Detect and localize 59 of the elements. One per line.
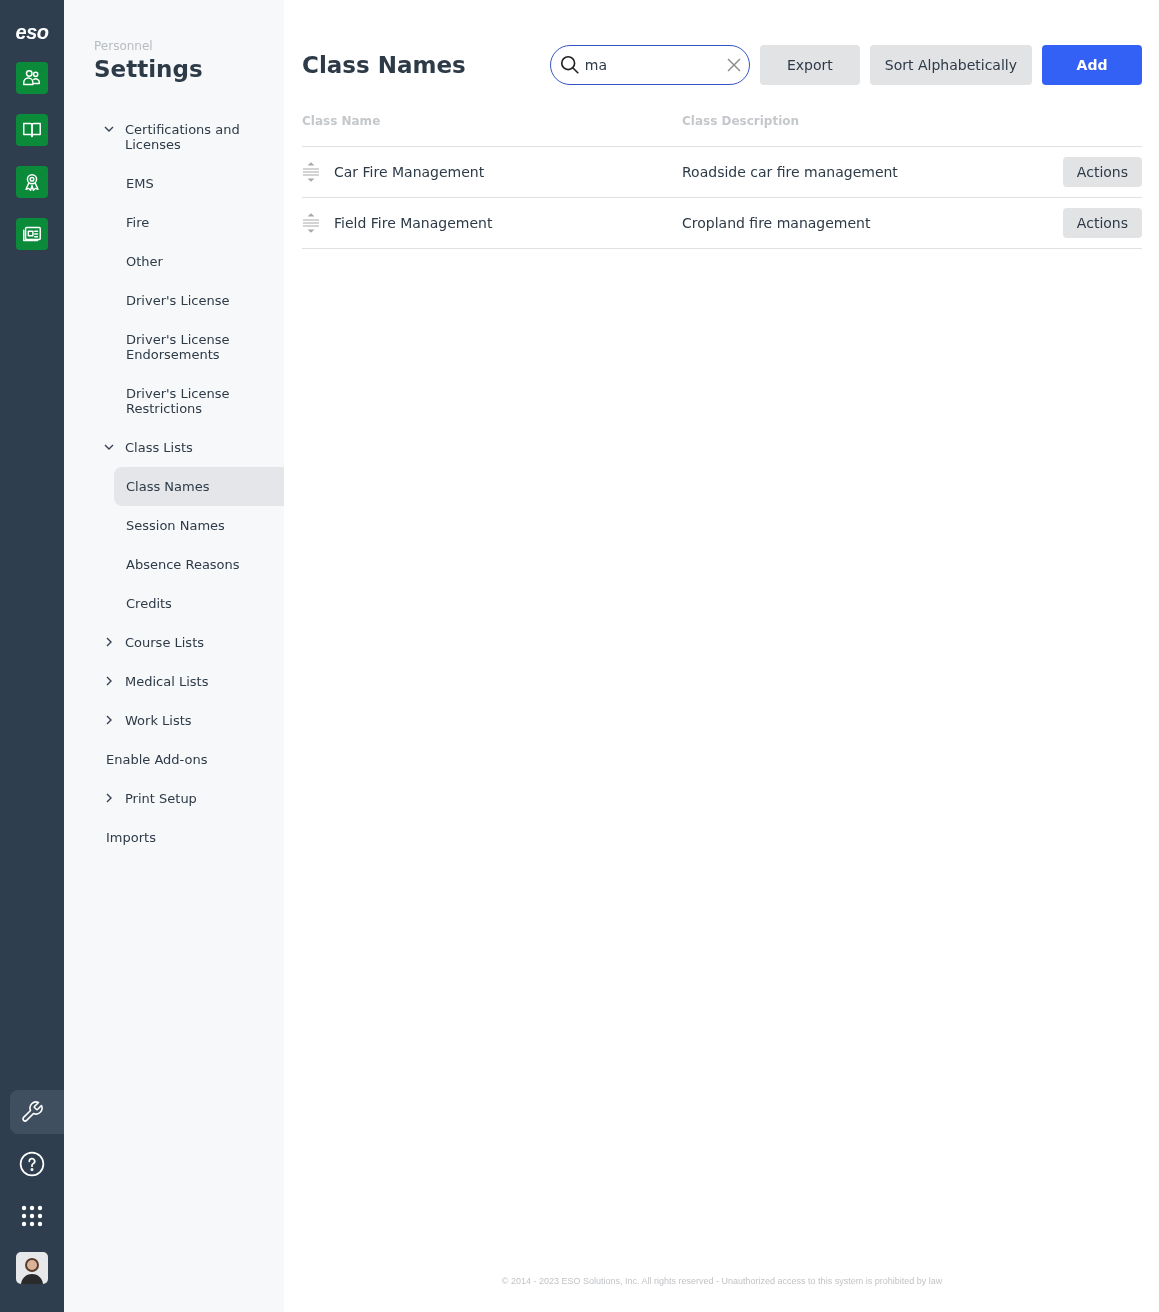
search-icon	[558, 54, 581, 76]
actions-button[interactable]: Actions	[1062, 208, 1142, 238]
nav-group[interactable]: Medical Lists	[64, 661, 284, 701]
logo: eso	[15, 22, 49, 42]
nav-group[interactable]: Course Lists	[64, 622, 284, 662]
people-app-button[interactable]	[16, 62, 48, 94]
ribbon-app-button[interactable]	[16, 166, 48, 198]
nav-label: Course Lists	[125, 634, 205, 650]
toolbar-button[interactable]: Export	[759, 45, 860, 85]
nav-item[interactable]: Credits	[114, 583, 284, 623]
chevron-right-icon	[104, 714, 114, 725]
table-cell-text: Roadside car fire management	[682, 162, 899, 182]
wrench-button[interactable]	[10, 1090, 64, 1134]
chevron-right-icon	[104, 636, 114, 647]
app-grid-icon	[20, 1204, 44, 1228]
nav-item[interactable]: Driver's License Endorsements	[114, 319, 284, 374]
nav-item[interactable]: Session Names	[114, 505, 284, 545]
nav-label: Medical Lists	[125, 673, 210, 689]
nav-group[interactable]: Class Lists	[64, 427, 284, 467]
nav-group[interactable]: Imports	[64, 817, 284, 857]
table-cell-text: Field Fire Management	[334, 213, 494, 233]
nav-label: Certifications and Licenses	[125, 121, 241, 152]
nav-group[interactable]: Work Lists	[64, 700, 284, 740]
sidebar-title: Settings	[94, 55, 204, 84]
book-app-button[interactable]	[16, 114, 48, 146]
nav-label: Print Setup	[125, 790, 198, 806]
chevron-right-icon	[104, 675, 114, 686]
help-icon	[19, 1151, 45, 1177]
table-cell-text: Cropland fire management	[682, 213, 872, 233]
actions-button[interactable]: Actions	[1062, 157, 1142, 187]
chevron-right-icon	[104, 792, 114, 803]
avatar-icon	[16, 1252, 48, 1284]
nav-item[interactable]: Class Names	[114, 466, 284, 506]
add-button[interactable]: Add	[1042, 45, 1142, 85]
nav-group[interactable]: Print Setup	[64, 778, 284, 818]
column-header: Class Name	[302, 113, 382, 130]
nav-item[interactable]: Driver's License Restrictions	[114, 373, 284, 428]
nav-label: Class Lists	[125, 439, 194, 455]
nav-item[interactable]: Fire	[114, 202, 284, 242]
toolbar-button[interactable]: Sort Alphabetically	[869, 45, 1032, 85]
nav-group[interactable]: Certifications and Licenses	[64, 109, 284, 164]
nav-item[interactable]: Driver's License	[114, 280, 284, 320]
section-label: Personnel	[94, 38, 154, 55]
nav-label: Work Lists	[125, 712, 193, 728]
nav-item[interactable]: Absence Reasons	[114, 544, 284, 584]
column-header: Class Description	[682, 113, 800, 130]
nav-group[interactable]: Enable Add-ons	[64, 739, 284, 779]
newspaper-app-button[interactable]	[16, 218, 48, 250]
clear-icon[interactable]	[726, 58, 741, 72]
drag-handle-icon[interactable]	[302, 162, 320, 182]
nav-item[interactable]: Other	[114, 241, 284, 281]
search-field[interactable]: ma	[584, 54, 723, 76]
nav-label: Imports	[106, 829, 157, 845]
wrench-icon	[20, 1100, 44, 1124]
drag-handle-icon[interactable]	[302, 213, 320, 233]
page-title: Class Names	[302, 50, 467, 80]
table-cell-text: Car Fire Management	[334, 162, 486, 182]
nav-label: Enable Add-ons	[106, 751, 209, 767]
nav-item[interactable]: EMS	[114, 163, 284, 203]
